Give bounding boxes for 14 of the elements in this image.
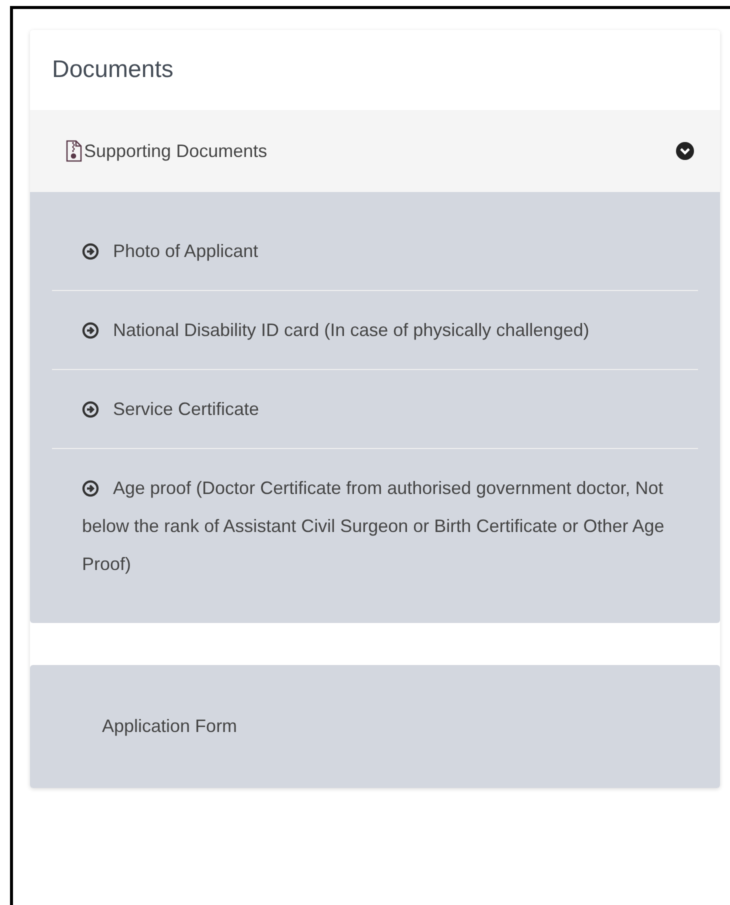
zip-file-icon bbox=[66, 140, 82, 162]
section-header[interactable]: Supporting Documents bbox=[30, 110, 720, 192]
panel-title: Documents bbox=[52, 55, 174, 85]
chevron-down-icon bbox=[676, 142, 694, 160]
section-title: Supporting Documents bbox=[84, 140, 268, 163]
arrow-circle-icon bbox=[82, 480, 99, 497]
document-item: Photo of Applicant bbox=[82, 232, 668, 270]
document-item: Service Certificate bbox=[82, 390, 668, 428]
arrow-circle-icon bbox=[82, 243, 99, 260]
document-item: Age proof (Doctor Certificate from authorised government doctor, Not below the rank of Assistant Civil Surgeon or Birth Certificate or Other Age Proof) bbox=[82, 477, 666, 576]
application-form-panel[interactable]: Application Form bbox=[30, 665, 720, 788]
document-item: National Disability ID card (In case of physically challenged) bbox=[82, 311, 668, 349]
arrow-circle-icon bbox=[82, 401, 99, 418]
arrow-circle-icon bbox=[82, 322, 99, 339]
